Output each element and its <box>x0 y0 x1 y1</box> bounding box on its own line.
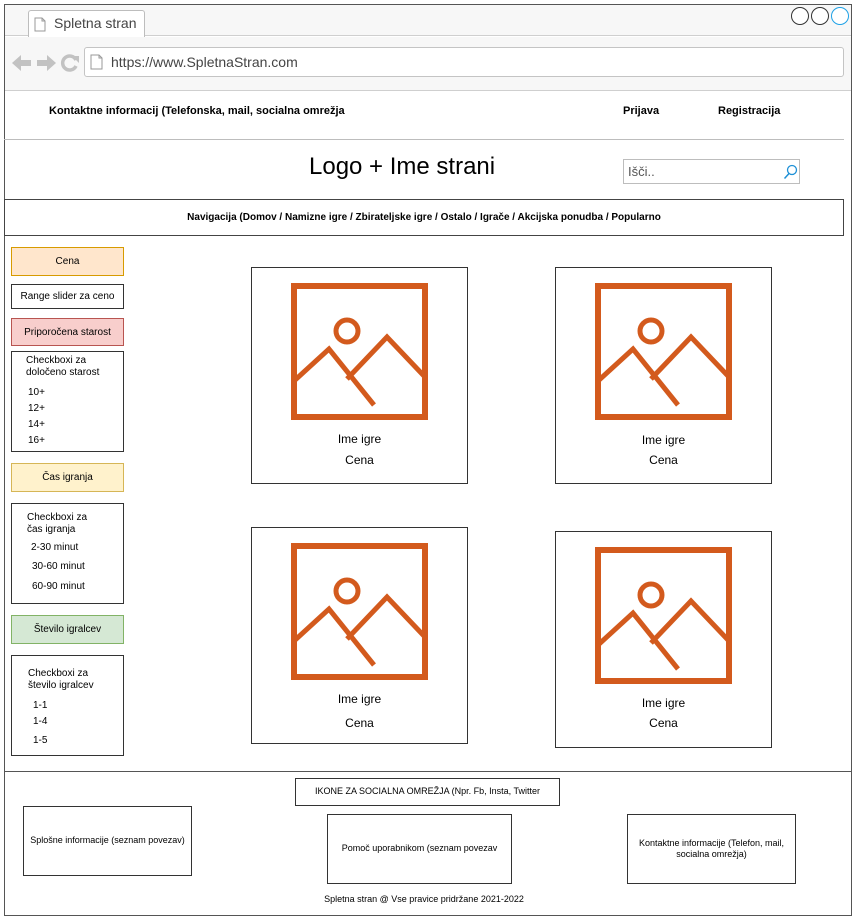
playtime-option[interactable]: 2-30 minut <box>31 542 78 553</box>
logo-title: Logo + Ime strani <box>309 153 496 180</box>
search-icon[interactable] <box>783 164 798 180</box>
product-card[interactable]: Ime igre Cena <box>555 531 772 748</box>
price-range-slider[interactable]: Range slider za ceno <box>11 284 124 309</box>
price-filter-header[interactable]: Cena <box>11 247 124 276</box>
url-text: https://www.SpletnaStran.com <box>111 54 298 70</box>
age-option[interactable]: 14+ <box>28 419 45 430</box>
age-option[interactable]: 16+ <box>28 435 45 446</box>
window-circle-icon[interactable] <box>831 7 849 25</box>
product-price: Cena <box>345 453 374 467</box>
product-card[interactable]: Ime igre Cena <box>555 267 772 484</box>
search-input[interactable]: Išči.. <box>623 159 800 184</box>
tab-title: Spletna stran <box>54 15 137 31</box>
playtime-checkbox-title: Checkboxi za čas igranja <box>27 512 88 535</box>
forward-arrow-icon[interactable] <box>36 54 56 72</box>
product-price: Cena <box>649 453 678 467</box>
user-help-links[interactable]: Pomoč uporabnikom (seznam povezav <box>327 814 512 884</box>
players-filter-header[interactable]: Število igralcev <box>11 615 124 644</box>
register-link[interactable]: Registracija <box>718 105 780 117</box>
players-option[interactable]: 1-1 <box>33 700 47 711</box>
image-placeholder-icon <box>595 283 732 420</box>
image-placeholder-icon <box>595 547 732 684</box>
page-icon <box>90 54 103 70</box>
players-checkbox-title: Checkboxi za število igralcev <box>28 668 94 691</box>
product-price: Cena <box>345 716 374 730</box>
search-placeholder: Išči.. <box>628 164 655 179</box>
product-name[interactable]: Ime igre <box>252 692 467 706</box>
product-name[interactable]: Ime igre <box>556 696 771 710</box>
product-card[interactable]: Ime igre Cena <box>251 267 468 484</box>
product-name[interactable]: Ime igre <box>556 433 771 447</box>
navigation-text[interactable]: Navigacija (Domov / Namizne igre / Zbira… <box>5 212 843 223</box>
browser-tab[interactable]: Spletna stran <box>28 10 145 37</box>
back-arrow-icon[interactable] <box>12 54 32 72</box>
navigation-bar[interactable]: Navigacija (Domov / Namizne igre / Zbira… <box>4 199 844 236</box>
page-icon <box>34 17 46 32</box>
age-option[interactable]: 10+ <box>28 387 45 398</box>
age-checkbox-group: Checkboxi za določeno starost 10+ 12+ 14… <box>11 351 124 452</box>
footer-contact-info[interactable]: Kontaktne informacije (Telefon, mail, so… <box>627 814 796 884</box>
social-icons-box[interactable]: IKONE ZA SOCIALNA OMREŽJA (Npr. Fb, Inst… <box>295 778 560 806</box>
playtime-filter-header[interactable]: Čas igranja <box>11 463 124 492</box>
product-price: Cena <box>649 716 678 730</box>
login-link[interactable]: Prijava <box>623 105 659 117</box>
playtime-checkbox-group: Checkboxi za čas igranja 2-30 minut 30-6… <box>11 503 124 604</box>
divider <box>4 139 844 140</box>
image-placeholder-icon <box>291 283 428 420</box>
age-checkbox-title: Checkboxi za določeno starost <box>26 355 100 378</box>
footer-divider <box>4 771 852 772</box>
window-circle-icon[interactable] <box>811 7 829 25</box>
age-option[interactable]: 12+ <box>28 403 45 414</box>
product-name[interactable]: Ime igre <box>252 432 467 446</box>
players-option[interactable]: 1-4 <box>33 716 47 727</box>
general-info-links[interactable]: Splošne informacije (seznam povezav) <box>23 806 192 876</box>
players-option[interactable]: 1-5 <box>33 735 47 746</box>
image-placeholder-icon <box>291 543 428 680</box>
reload-icon[interactable] <box>60 53 80 73</box>
age-filter-header[interactable]: Priporočena starost <box>11 318 124 346</box>
window-circle-icon[interactable] <box>791 7 809 25</box>
contact-info-text: Kontaktne informacij (Telefonska, mail, … <box>49 105 345 117</box>
playtime-option[interactable]: 60-90 minut <box>32 581 85 592</box>
copyright-text: Spletna stran @ Vse pravice pridržane 20… <box>324 894 524 904</box>
product-card[interactable]: Ime igre Cena <box>251 527 468 744</box>
players-checkbox-group: Checkboxi za število igralcev 1-1 1-4 1-… <box>11 655 124 756</box>
playtime-option[interactable]: 30-60 minut <box>32 561 85 572</box>
url-input[interactable]: https://www.SpletnaStran.com <box>84 47 844 77</box>
